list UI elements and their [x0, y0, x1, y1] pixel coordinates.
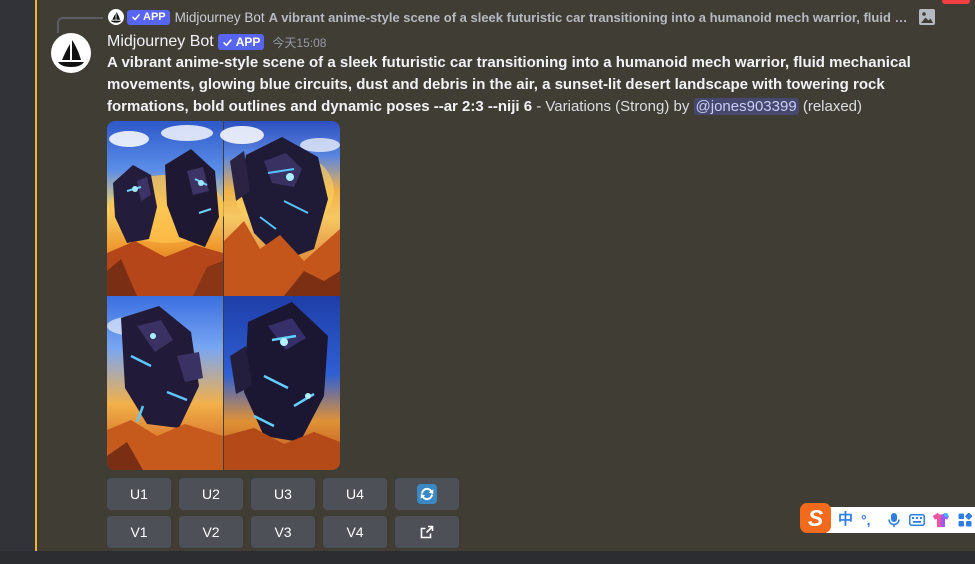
mention-highlight-bar [35, 0, 37, 551]
midjourney-sailboat-icon[interactable] [108, 9, 124, 25]
ime-input-mode[interactable]: 中 [838, 511, 853, 529]
image-grid[interactable] [107, 121, 340, 470]
ime-punctuation-mode[interactable]: °, [861, 511, 871, 529]
verified-check-icon [222, 37, 236, 48]
image-tile-1[interactable] [107, 121, 225, 296]
verified-check-icon [131, 12, 143, 22]
ime-toolbar: 中 °, [826, 507, 975, 533]
chat-bottom-edge [0, 551, 975, 564]
author-name[interactable]: Midjourney Bot [107, 33, 214, 51]
message-header: Midjourney Bot APP 今天15:08 [107, 33, 326, 51]
keyboard-icon[interactable] [909, 513, 925, 532]
variation-info: - Variations (Strong) by [532, 98, 694, 115]
toolbox-icon[interactable] [958, 512, 973, 532]
chat-gutter [0, 0, 35, 551]
app-badge: APP [127, 9, 170, 25]
midjourney-sailboat-icon[interactable] [51, 33, 91, 73]
variation-button-1[interactable]: V1 [107, 516, 171, 548]
skin-icon[interactable] [932, 512, 950, 533]
reply-reference[interactable]: APP Midjourney Bot A vibrant anime-style… [108, 8, 908, 26]
image-tile-4[interactable] [224, 296, 340, 470]
variation-button-4[interactable]: V4 [323, 516, 387, 548]
upscale-button-4[interactable]: U4 [323, 478, 387, 510]
upscale-button-2[interactable]: U2 [179, 478, 243, 510]
timestamp: 今天15:08 [272, 35, 327, 50]
reply-author[interactable]: Midjourney Bot [175, 10, 265, 25]
app-badge-label: APP [143, 11, 166, 23]
reply-preview-text[interactable]: A vibrant anime-style scene of a sleek f… [269, 10, 908, 25]
refresh-icon [417, 484, 437, 504]
web-link-button[interactable] [395, 516, 459, 548]
app-badge-label: APP [235, 35, 261, 49]
user-mention[interactable]: @jones903399 [693, 98, 799, 115]
external-link-icon [419, 524, 435, 540]
microphone-icon[interactable] [887, 512, 901, 533]
ime-logo[interactable]: S [800, 503, 831, 533]
unread-badge[interactable] [942, 0, 970, 4]
variation-button-3[interactable]: V3 [251, 516, 315, 548]
image-tile-2[interactable] [220, 121, 340, 296]
app-badge: APP [217, 34, 265, 50]
image-icon [918, 8, 936, 26]
upscale-button-3[interactable]: U3 [251, 478, 315, 510]
image-tile-3[interactable] [107, 296, 223, 470]
upscale-button-1[interactable]: U1 [107, 478, 171, 510]
reply-spine [57, 17, 103, 33]
reroll-button[interactable] [395, 478, 459, 510]
message-content: A vibrant anime-style scene of a sleek f… [107, 52, 947, 118]
speed-mode: (relaxed) [798, 98, 863, 115]
variation-button-2[interactable]: V2 [179, 516, 243, 548]
image-attachment[interactable] [107, 121, 340, 470]
